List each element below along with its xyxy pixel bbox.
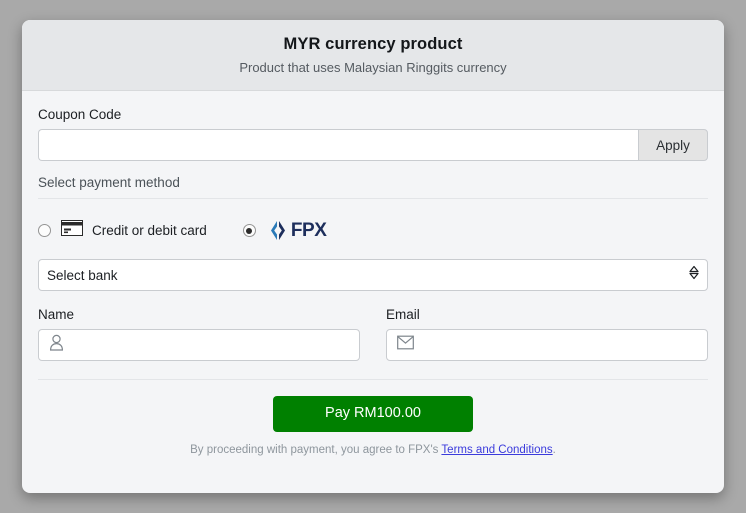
apply-coupon-button[interactable]: Apply bbox=[638, 129, 708, 162]
payment-method-card-label: Credit or debit card bbox=[92, 223, 207, 239]
email-column: Email bbox=[386, 307, 708, 362]
card-body: Coupon Code Apply Select payment method bbox=[22, 91, 724, 456]
page-background: MYR currency product Product that uses M… bbox=[0, 0, 746, 513]
email-label: Email bbox=[386, 307, 420, 323]
fpx-logo-icon: FPX bbox=[267, 220, 327, 241]
coupon-row: Apply bbox=[38, 129, 708, 162]
terms-and-conditions-link[interactable]: Terms and Conditions bbox=[441, 444, 552, 456]
radio-credit-card[interactable] bbox=[38, 224, 51, 238]
terms-suffix: . bbox=[552, 443, 556, 456]
radio-fpx[interactable] bbox=[242, 224, 256, 238]
footer-area: Pay RM100.00 By proceeding with payment,… bbox=[38, 380, 708, 456]
name-email-row: Name Email bbox=[38, 307, 708, 379]
pay-button[interactable]: Pay RM100.00 bbox=[273, 396, 473, 432]
email-input[interactable] bbox=[386, 329, 708, 362]
payment-method-card[interactable]: Credit or debit card bbox=[38, 220, 207, 241]
payment-method-label: Select payment method bbox=[38, 175, 180, 191]
fpx-wordmark: FPX bbox=[290, 220, 327, 242]
payment-method-fpx[interactable]: FPX bbox=[242, 220, 327, 241]
page-subtitle: Product that uses Malaysian Ringgits cur… bbox=[239, 60, 507, 76]
name-input[interactable] bbox=[38, 329, 360, 362]
card-header: MYR currency product Product that uses M… bbox=[22, 20, 724, 92]
payment-methods: Credit or debit card FPX bbox=[38, 199, 708, 259]
name-input-wrap bbox=[38, 329, 360, 362]
name-label: Name bbox=[38, 307, 75, 323]
credit-card-icon bbox=[61, 220, 83, 241]
terms-prefix: By proceeding with payment, you agree to… bbox=[190, 443, 442, 456]
terms-notice: By proceeding with payment, you agree to… bbox=[38, 444, 708, 456]
bank-select[interactable]: Select bank bbox=[38, 259, 708, 292]
coupon-code-input[interactable] bbox=[38, 129, 638, 162]
coupon-code-label: Coupon Code bbox=[38, 107, 122, 123]
email-input-wrap bbox=[386, 329, 708, 362]
name-column: Name bbox=[38, 307, 360, 362]
checkout-card: MYR currency product Product that uses M… bbox=[22, 20, 724, 493]
page-title: MYR currency product bbox=[283, 35, 463, 53]
bank-select-wrap: Select bank bbox=[38, 259, 708, 292]
